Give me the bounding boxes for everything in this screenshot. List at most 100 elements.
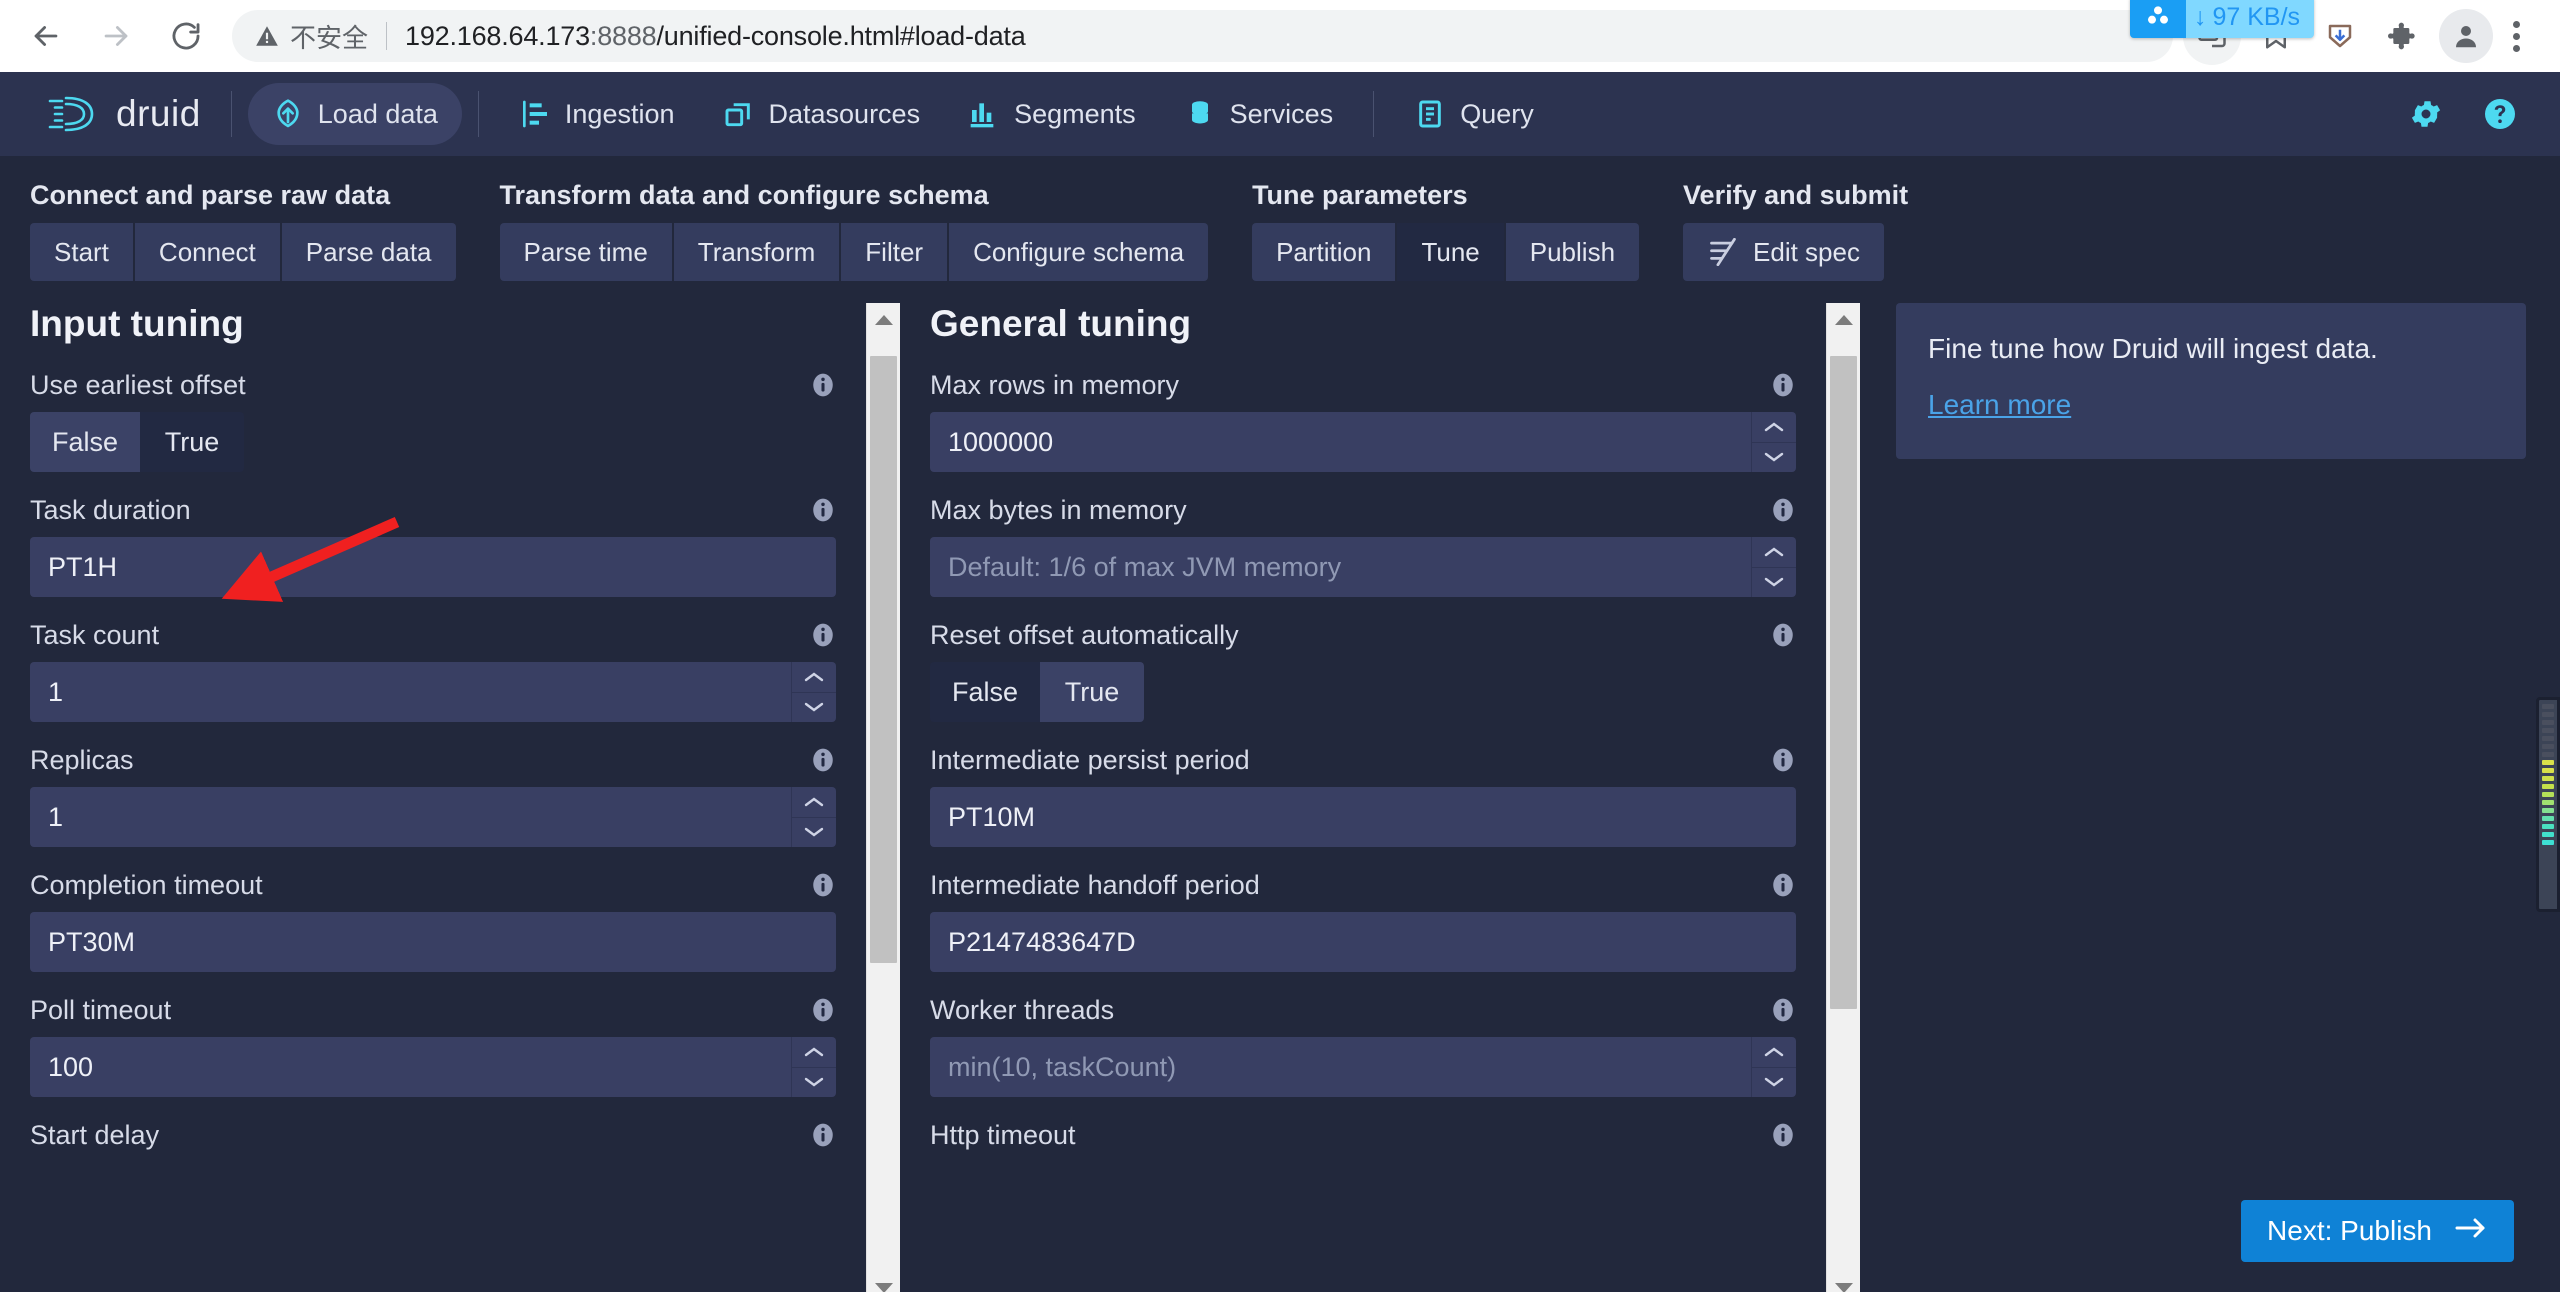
download-speed-value: 97 KB/s [2212, 2, 2301, 31]
info-card: Fine tune how Druid will ingest data. Le… [1896, 303, 2526, 459]
step-button-start[interactable]: Start [30, 223, 133, 281]
input-tuning-scrollbar[interactable] [866, 303, 900, 1292]
nav-item-datasources[interactable]: Datasources [699, 83, 945, 145]
omnibox-divider [386, 22, 388, 50]
info-icon[interactable] [810, 872, 836, 898]
field-label: Poll timeout [30, 994, 172, 1025]
info-icon[interactable] [1770, 372, 1796, 398]
edit-spec-button[interactable]: Edit spec [1683, 223, 1884, 281]
scroll-up-arrow-icon[interactable] [1827, 303, 1860, 337]
url-text: 192.168.64.173:8888/unified-console.html… [405, 20, 1026, 51]
segment-true[interactable]: True [140, 412, 245, 472]
info-icon[interactable] [1770, 622, 1796, 648]
stepper-up-icon[interactable] [791, 662, 836, 693]
info-icon[interactable] [810, 497, 836, 523]
step-button-configure-schema[interactable]: Configure schema [949, 223, 1209, 281]
field-poll-timeout: Poll timeout 100 [30, 992, 836, 1097]
segment-false[interactable]: False [930, 662, 1041, 722]
back-arrow-icon[interactable] [26, 16, 66, 56]
info-icon[interactable] [810, 747, 836, 773]
stepper-down-icon[interactable] [792, 1068, 836, 1098]
task-duration-input[interactable]: PT1H [30, 537, 836, 597]
step-button-connect[interactable]: Connect [134, 223, 280, 281]
info-icon[interactable] [810, 997, 836, 1023]
step-button-filter[interactable]: Filter [841, 223, 948, 281]
druid-logo[interactable]: druid [28, 92, 215, 136]
worker-threads-stepper: min(10, taskCount) [930, 1037, 1796, 1097]
forward-arrow-icon[interactable] [96, 16, 136, 56]
step-button-tune[interactable]: Tune [1397, 223, 1504, 281]
stepper-down-icon[interactable] [792, 818, 836, 848]
stepper-up-icon[interactable] [1751, 537, 1796, 568]
scroll-down-arrow-icon[interactable] [867, 1271, 900, 1292]
worker-threads-input[interactable]: min(10, taskCount) [930, 1037, 1751, 1097]
nav-item-ingestion[interactable]: Ingestion [495, 83, 699, 145]
info-icon[interactable] [1770, 747, 1796, 773]
replicas-input[interactable]: 1 [30, 787, 791, 847]
step-group-title: Tune parameters [1252, 180, 1468, 210]
scroll-thumb[interactable] [1830, 355, 1857, 1010]
download-speed-badge[interactable]: ↓ 97 KB/s [2130, 0, 2315, 38]
stepper-buttons [1750, 537, 1796, 598]
info-icon[interactable] [1770, 997, 1796, 1023]
scroll-track[interactable] [867, 337, 900, 1271]
network-speed-meter-widget[interactable] [2536, 697, 2560, 912]
max-rows-in-memory-input[interactable]: 1000000 [930, 412, 1751, 472]
info-icon[interactable] [810, 622, 836, 648]
step-button-transform[interactable]: Transform [673, 223, 840, 281]
segment-false[interactable]: False [30, 412, 141, 472]
reload-icon[interactable] [166, 16, 206, 56]
site-security-indicator[interactable]: 不安全 [254, 18, 368, 55]
step-button-parse-data[interactable]: Parse data [281, 223, 456, 281]
meter-bar [2542, 816, 2554, 821]
stepper-down-icon[interactable] [1752, 443, 1796, 473]
step-button-publish[interactable]: Publish [1505, 223, 1640, 281]
task-count-input[interactable]: 1 [30, 662, 791, 722]
extension-puzzle-icon[interactable] [2375, 7, 2433, 65]
info-icon[interactable] [810, 372, 836, 398]
scroll-down-arrow-icon[interactable] [1827, 1271, 1860, 1292]
nav-item-segments[interactable]: Segments [944, 83, 1160, 145]
security-label: 不安全 [290, 22, 369, 53]
field-label: Completion timeout [30, 869, 263, 900]
download-extension-icon[interactable] [2311, 7, 2369, 65]
general-tuning-scrollbar[interactable] [1826, 303, 1860, 1292]
info-icon[interactable] [1770, 497, 1796, 523]
stepper-up-icon[interactable] [1751, 1037, 1796, 1068]
profile-avatar-icon[interactable] [2439, 9, 2493, 63]
next-publish-button[interactable]: Next: Publish [2241, 1200, 2514, 1262]
intermediate-persist-period-input[interactable]: PT10M [930, 787, 1796, 847]
nav-item-load-data[interactable]: Load data [247, 83, 462, 145]
stepper-down-icon[interactable] [792, 693, 836, 723]
info-icon[interactable] [810, 1122, 836, 1148]
stepper-up-icon[interactable] [791, 787, 836, 818]
help-icon[interactable] [2482, 96, 2518, 132]
max-bytes-in-memory-input[interactable]: Default: 1/6 of max JVM memory [930, 537, 1751, 597]
step-button-partition[interactable]: Partition [1252, 223, 1396, 281]
intermediate-handoff-period-input[interactable]: P2147483647D [930, 912, 1796, 972]
nav-item-query[interactable]: Query [1390, 83, 1558, 145]
nav-label: Ingestion [564, 98, 675, 129]
nav-item-services[interactable]: Services [1160, 83, 1358, 145]
stepper-up-icon[interactable] [1751, 412, 1796, 443]
browser-toolbar: 不安全 192.168.64.173:8888/unified-console.… [0, 0, 2560, 72]
scroll-thumb[interactable] [870, 355, 897, 963]
field-label: Use earliest offset [30, 369, 246, 400]
gear-icon[interactable] [2408, 96, 2444, 132]
info-icon[interactable] [1770, 872, 1796, 898]
segment-true[interactable]: True [1040, 662, 1145, 722]
scroll-up-arrow-icon[interactable] [867, 303, 900, 337]
address-bar[interactable]: 不安全 192.168.64.173:8888/unified-console.… [232, 10, 2173, 62]
step-button-parse-time[interactable]: Parse time [499, 223, 672, 281]
stepper-up-icon[interactable] [791, 1037, 836, 1068]
learn-more-link[interactable]: Learn more [1928, 389, 2071, 420]
stepper-down-icon[interactable] [1752, 1068, 1796, 1098]
field-worker-threads: Worker threads min(10, taskCount) [930, 992, 1796, 1097]
stepper-down-icon[interactable] [1752, 568, 1796, 598]
info-icon[interactable] [1770, 1122, 1796, 1148]
completion-timeout-input[interactable]: PT30M [30, 912, 836, 972]
kebab-menu-icon[interactable] [2499, 20, 2534, 52]
load-data-icon [272, 98, 304, 130]
poll-timeout-input[interactable]: 100 [30, 1037, 791, 1097]
scroll-track[interactable] [1827, 337, 1860, 1271]
